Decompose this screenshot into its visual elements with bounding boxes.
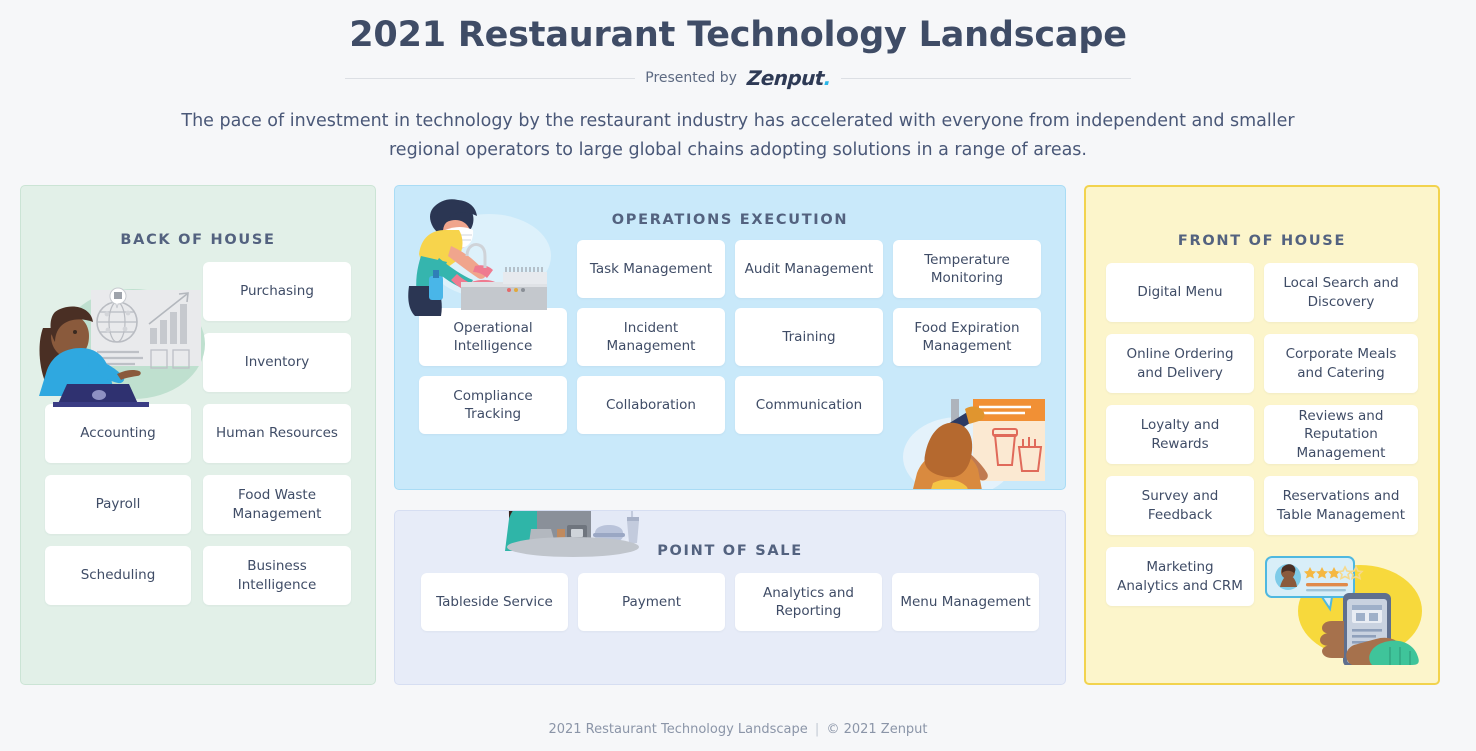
tile-collaboration[interactable]: Collaboration xyxy=(577,376,725,434)
tile-food-expiration-management[interactable]: Food Expiration Management xyxy=(893,308,1041,366)
page-title: 2021 Restaurant Technology Landscape xyxy=(349,15,1127,55)
tile-food-waste-management[interactable]: Food Waste Management xyxy=(203,475,351,534)
panel-front-of-house: FRONT OF HOUSE Digital Menu Local Search… xyxy=(1084,185,1440,685)
tile-survey-and-feedback[interactable]: Survey and Feedback xyxy=(1106,476,1254,535)
tile-menu-management[interactable]: Menu Management xyxy=(892,573,1039,631)
zenput-dot: . xyxy=(823,66,832,90)
tile-local-search-and-discovery[interactable]: Local Search and Discovery xyxy=(1264,263,1418,322)
panel-back-of-house: BACK OF HOUSE Purchasing Inventory Accou… xyxy=(20,185,376,685)
tile-inventory[interactable]: Inventory xyxy=(203,333,351,392)
footer-separator: | xyxy=(814,722,820,737)
tile-marketing-analytics-and-crm[interactable]: Marketing Analytics and CRM xyxy=(1106,547,1254,606)
tile-analytics-and-reporting[interactable]: Analytics and Reporting xyxy=(735,573,882,631)
tile-operational-intelligence[interactable]: Operational Intelligence xyxy=(419,308,567,366)
panel-operations-execution: OPERATIONS EXECUTION Task Management Aud… xyxy=(394,185,1066,490)
masked-worker-cleaning-illustration xyxy=(408,199,551,316)
tile-task-management[interactable]: Task Management xyxy=(577,240,725,298)
tile-row-point-of-sale: Tableside Service Payment Analytics and … xyxy=(417,573,1043,631)
panel-title-front-of-house: FRONT OF HOUSE xyxy=(1177,233,1347,249)
tile-communication[interactable]: Communication xyxy=(735,376,883,434)
panel-point-of-sale: POINT OF SALE Tableside Service Payment … xyxy=(394,510,1066,685)
phone-review-illustration xyxy=(1265,556,1422,665)
page-subtitle: The pace of investment in technology by … xyxy=(181,111,1295,160)
panel-title-back-of-house: BACK OF HOUSE xyxy=(120,232,276,248)
woman-at-laptop-illustration xyxy=(39,287,205,407)
tile-human-resources[interactable]: Human Resources xyxy=(203,404,351,463)
footer-title: 2021 Restaurant Technology Landscape xyxy=(548,722,808,737)
presented-by-row: Presented by Zenput. xyxy=(0,66,1476,90)
divider-left xyxy=(345,77,636,79)
presented-by-label: Presented by xyxy=(645,70,737,86)
tile-payroll[interactable]: Payroll xyxy=(45,475,191,534)
tile-audit-management[interactable]: Audit Management xyxy=(735,240,883,298)
tile-row-2: Operational Intelligence Incident Manage… xyxy=(419,308,1041,366)
tile-business-intelligence[interactable]: Business Intelligence xyxy=(203,546,351,605)
tile-online-ordering-and-delivery[interactable]: Online Ordering and Delivery xyxy=(1106,334,1254,393)
tile-incident-management[interactable]: Incident Management xyxy=(577,308,725,366)
tile-temperature-monitoring[interactable]: Temperature Monitoring xyxy=(893,240,1041,298)
tile-purchasing[interactable]: Purchasing xyxy=(203,262,351,321)
tile-payment[interactable]: Payment xyxy=(578,573,725,631)
landscape-board: BACK OF HOUSE Purchasing Inventory Accou… xyxy=(0,185,1476,685)
tile-compliance-tracking[interactable]: Compliance Tracking xyxy=(419,376,567,434)
page-footer: 2021 Restaurant Technology Landscape | ©… xyxy=(0,722,1476,737)
tile-tableside-service[interactable]: Tableside Service xyxy=(421,573,568,631)
tile-loyalty-and-rewards[interactable]: Loyalty and Rewards xyxy=(1106,405,1254,464)
tile-training[interactable]: Training xyxy=(735,308,883,366)
zenput-wordmark: Zenput xyxy=(746,66,825,90)
tile-digital-menu[interactable]: Digital Menu xyxy=(1106,263,1254,322)
footer-copyright: © 2021 Zenput xyxy=(826,722,928,737)
poster-hanging-illustration xyxy=(903,399,1045,489)
column-front-of-house: FRONT OF HOUSE Digital Menu Local Search… xyxy=(1084,185,1440,685)
column-back-of-house: BACK OF HOUSE Purchasing Inventory Accou… xyxy=(20,185,376,685)
cashier-at-pos-illustration xyxy=(505,511,639,557)
tile-corporate-meals-and-catering[interactable]: Corporate Meals and Catering xyxy=(1264,334,1418,393)
column-middle: OPERATIONS EXECUTION Task Management Aud… xyxy=(394,185,1066,685)
tile-reservations-and-table-management[interactable]: Reservations and Table Management xyxy=(1264,476,1418,535)
divider-right xyxy=(840,77,1131,79)
tile-scheduling[interactable]: Scheduling xyxy=(45,546,191,605)
page-header: 2021 Restaurant Technology Landscape Pre… xyxy=(0,0,1476,165)
tile-reviews-and-reputation-management[interactable]: Reviews and Reputation Management xyxy=(1264,405,1418,464)
zenput-logo: Zenput. xyxy=(746,66,831,90)
